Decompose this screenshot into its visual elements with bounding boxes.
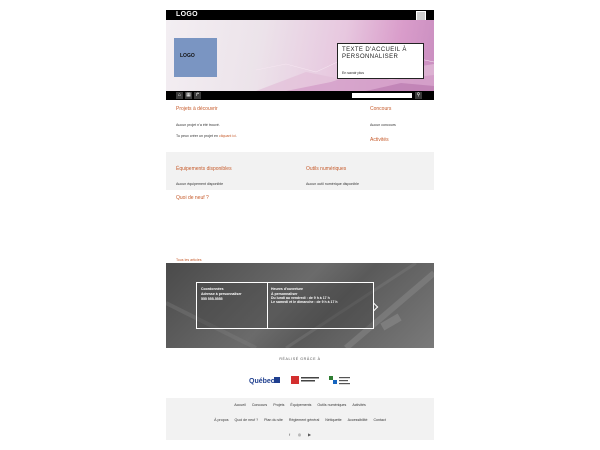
footer-info-link[interactable]: Accessibilité [348,418,368,422]
svg-text:Québec: Québec [249,378,275,385]
footer-info-link[interactable]: Contact [373,418,385,422]
activities-title: Activités [370,137,389,143]
banner: LOGO TEXTE D'ACCUEIL À PERSONNALISER En … [166,20,434,91]
contact-heading: Coordonnées [201,287,224,291]
footer-nav-link[interactable]: Projets [273,403,284,407]
top-bar: LOGO [166,10,434,21]
news-title: Quoi de neuf ? [176,195,209,201]
contact-address: Adresse à personnaliser [201,292,242,296]
third-logo-image [329,376,350,385]
footer-nav-link[interactable]: Accueil [234,403,246,407]
footer-info-link[interactable]: Plan du site [264,418,283,422]
hours-heading: Heures d'ouverture [271,287,303,291]
footer-info-link[interactable]: Règlement général [289,418,319,422]
top-logo[interactable]: LOGO [176,10,198,20]
contact-card: Coordonnées Adresse à personnaliser 555 … [196,282,374,329]
learn-more-link[interactable]: En savoir plus [342,71,364,75]
credits-label: RÉALISÉ GRÂCE À [279,357,321,361]
sponsor-quebec-logo[interactable]: Québec [249,372,281,385]
footer-info-link[interactable]: Quoi de neuf ? [235,418,259,422]
grid-icon[interactable]: ▦ [185,92,192,99]
footer-links-row-1: Accueil Concours Projets Équipements Outils … [166,403,434,407]
sponsor-banq-logo[interactable] [291,372,321,384]
search-input[interactable] [352,93,412,98]
footer-info-link[interactable]: Nétiquette [325,418,341,422]
sponsor-third-logo[interactable] [329,372,351,385]
equipment-empty: Aucun équipement disponible [176,182,224,186]
projects-create: Tu peux créer un projet en cliquant ici. [176,134,237,138]
banner-logo-text: LOGO [180,53,195,59]
footer-nav-link[interactable]: Concours [252,403,267,407]
welcome-title: TEXTE D'ACCUEIL À PERSONNALISER [342,47,407,60]
contests-empty: Aucun concours [370,123,396,127]
footer-nav-link[interactable]: Activités [352,403,365,407]
share-icon[interactable]: ↱ [194,92,201,99]
equipment-title: Équipements disponibles [176,166,232,172]
page: LOGO LOGO TEXTE D'ACCUEIL À PERSONNALISE… [166,10,434,440]
projects-title: Projets à découvrir [176,106,218,112]
card-divider [267,283,268,328]
youtube-icon[interactable]: ▶ [307,432,312,437]
digital-tools-title: Outils numériques [306,166,347,172]
nav-bar: ⌂ ▦ ↱ ⚲ [166,91,434,100]
quebec-logo-image: Québec [249,377,280,385]
footer-nav-link[interactable]: Équipements [290,403,311,407]
projects-empty: Aucun projet n'a été trouvé. [176,123,220,127]
hours-weekend: Le samedi et le dimanche : de 9 h à 17 h [271,300,338,304]
contests-title: Concours [370,106,392,112]
banner-logo: LOGO [174,38,217,77]
projects-create-suffix: . [235,134,237,138]
contact-footer: Coordonnées Adresse à personnaliser 555 … [166,263,434,348]
instagram-icon[interactable]: ◎ [297,432,302,437]
contact-phone: 555 555-5555 [201,297,223,301]
projects-create-prefix: Tu peux créer un projet en [176,134,220,138]
banq-logo-image [291,376,319,384]
footer-links-row-2: À propos Quoi de neuf ? Plan du site Règlem… [166,418,434,422]
all-articles-link[interactable]: Tous les articles [176,258,202,262]
footer-nav-link[interactable]: Outils numériques [317,403,346,407]
search-icon[interactable]: ⚲ [415,92,422,99]
welcome-box: TEXTE D'ACCUEIL À PERSONNALISER En savoi… [337,43,424,79]
home-icon[interactable]: ⌂ [176,92,183,99]
facebook-icon[interactable]: f [287,432,292,437]
footer-info-link[interactable]: À propos [214,418,228,422]
digital-tools-empty: Aucun outil numérique disponible [306,182,359,186]
create-project-link[interactable]: cliquant ici [219,134,236,138]
